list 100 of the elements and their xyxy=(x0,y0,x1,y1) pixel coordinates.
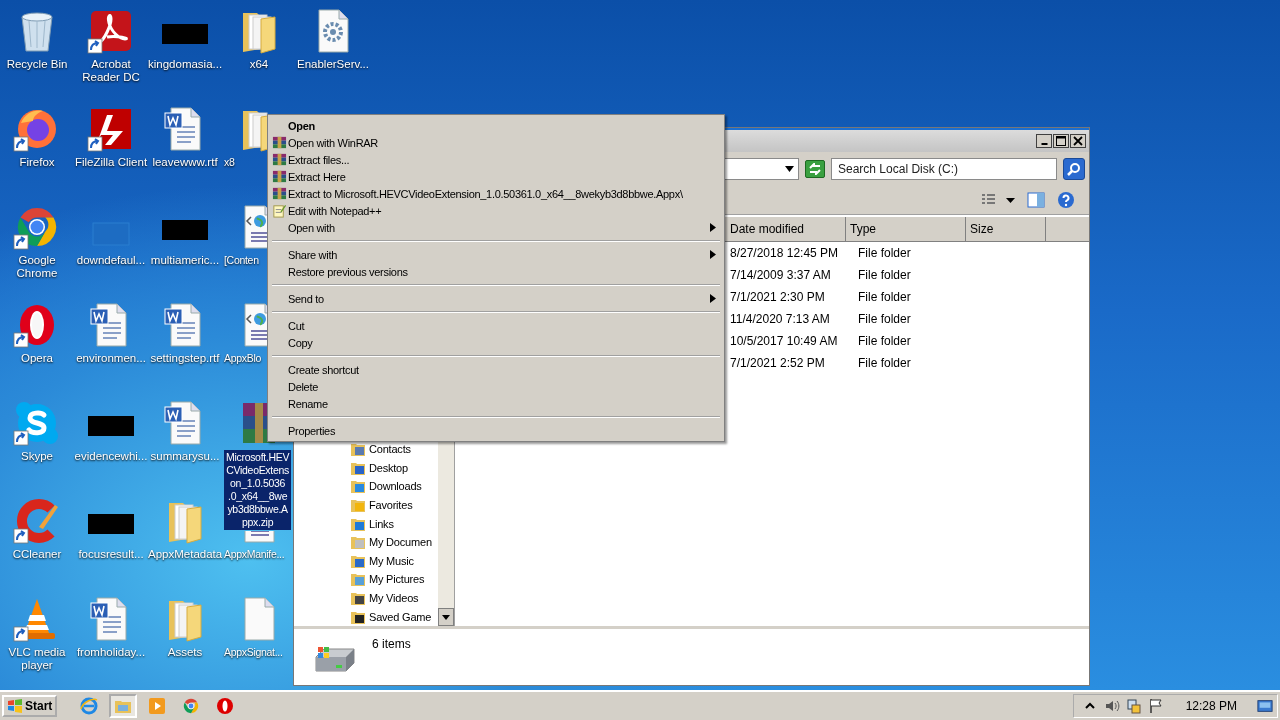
tree-item[interactable]: Favorites xyxy=(369,499,413,512)
caret-icon xyxy=(785,166,794,172)
archive-books-icon xyxy=(272,135,287,150)
archive-books-icon xyxy=(272,169,287,184)
list-view-icon xyxy=(981,193,1015,207)
date-cell-text: 11/4/2020 7:13 AM xyxy=(729,312,831,326)
notepad-icon xyxy=(272,203,287,218)
icon-label[interactable]: Recycle Bin xyxy=(6,58,68,71)
tree-item[interactable]: My Videos xyxy=(369,592,419,605)
view-options-button[interactable] xyxy=(981,193,1015,207)
search-button[interactable] xyxy=(1063,158,1085,180)
type-cell-text: File folder xyxy=(857,356,912,370)
start-button[interactable]: Start xyxy=(2,695,58,717)
help-button[interactable] xyxy=(1057,191,1075,209)
icon-label[interactable]: leavewww.rtf xyxy=(152,156,218,169)
icon-label[interactable]: Microsoft.HEV CVideoExtens on_1.0.5036 .0_x64__8we yb3d8bbwe.A ppx.zip xyxy=(224,450,292,530)
submenu-arrow-icon xyxy=(710,294,716,303)
icon-label[interactable]: environmen... xyxy=(76,352,146,365)
date-cell-text: 7/1/2021 2:52 PM xyxy=(729,356,826,370)
menu-item[interactable]: Cut xyxy=(270,317,722,334)
menu-item[interactable]: Send to xyxy=(270,290,722,307)
preview-pane-button[interactable] xyxy=(1027,192,1045,208)
maximize-icon xyxy=(1056,136,1066,146)
show-desktop-icon[interactable] xyxy=(1257,698,1273,714)
type-cell-text: File folder xyxy=(857,246,912,260)
refresh-button[interactable] xyxy=(805,160,825,178)
menu-item[interactable]: Open xyxy=(270,117,722,134)
folder-icon xyxy=(350,478,366,495)
tree-item[interactable]: Links xyxy=(369,517,394,530)
cloud-logo-icon[interactable] xyxy=(13,399,61,447)
minimize-button[interactable] xyxy=(1036,134,1052,148)
menu-item[interactable]: Copy xyxy=(270,334,722,351)
folder-icon xyxy=(350,497,366,514)
archive-books-icon xyxy=(272,186,287,201)
search-field[interactable]: Search Local Disk (C:) xyxy=(831,158,1057,180)
preview-pane-icon xyxy=(1027,192,1045,208)
date-cell-text: 7/1/2021 2:30 PM xyxy=(729,290,826,304)
tree-item[interactable]: My Music xyxy=(369,554,414,567)
type-cell-text: File folder xyxy=(857,290,912,304)
speaker-icon[interactable] xyxy=(1103,698,1120,714)
folder-icon xyxy=(350,441,366,458)
icon-label[interactable]: kingdomasia... xyxy=(148,58,222,71)
icon-label[interactable]: Acrobat Reader DC xyxy=(74,58,148,84)
icon-label[interactable]: multiameric... xyxy=(150,254,220,267)
folder-icon xyxy=(350,590,366,607)
item-count: 6 items xyxy=(372,637,411,653)
menu-item[interactable]: Delete xyxy=(270,378,722,395)
maximize-button[interactable] xyxy=(1053,134,1069,148)
browser-logo-icon xyxy=(80,697,99,715)
tree-item[interactable]: Saved Game xyxy=(369,610,432,623)
icon-label[interactable]: downdefaul... xyxy=(76,254,146,267)
type-cell-text: File folder xyxy=(857,312,912,326)
icon-label[interactable]: FileZilla Client xyxy=(74,156,148,169)
flag-icon[interactable] xyxy=(1147,698,1164,714)
play-icon xyxy=(148,697,167,715)
menu-item[interactable]: Edit with Notepad++ xyxy=(270,202,722,219)
menu-item[interactable]: Extract Here xyxy=(270,168,722,185)
submenu-arrow-icon xyxy=(710,223,716,232)
submenu-arrow-icon xyxy=(710,250,716,259)
network-icon[interactable] xyxy=(1125,698,1142,714)
tree-item[interactable]: Downloads xyxy=(369,480,422,493)
type-cell-text: File folder xyxy=(857,334,912,348)
icon-label[interactable]: Firefox xyxy=(19,156,55,169)
windows-flag-icon xyxy=(7,699,23,713)
icon-label[interactable]: x64 xyxy=(249,58,269,71)
menu-item[interactable]: Create shortcut xyxy=(270,361,722,378)
tree-item[interactable]: Contacts xyxy=(369,443,411,456)
icon-label[interactable]: Opera xyxy=(21,352,53,365)
folder-icon xyxy=(350,534,366,551)
tree-item[interactable]: My Pictures xyxy=(369,573,425,586)
tree-item[interactable]: Desktop xyxy=(369,461,408,474)
close-button[interactable] xyxy=(1070,134,1086,148)
icon-label[interactable]: Google Chrome xyxy=(0,254,74,280)
tricolor-circle-icon xyxy=(182,697,201,715)
clock[interactable]: 12:28 PM xyxy=(1185,699,1237,713)
ring-logo-icon xyxy=(216,697,235,715)
tree-item[interactable]: My Documen xyxy=(369,536,432,549)
date-cell-text: 10/5/2017 10:49 AM xyxy=(729,334,839,348)
brush-logo-icon[interactable] xyxy=(13,497,61,545)
menu-item[interactable]: Share with xyxy=(270,246,722,263)
folder-icon xyxy=(350,571,366,588)
type-cell-text: File folder xyxy=(857,268,912,282)
help-icon xyxy=(1057,191,1075,209)
search-icon xyxy=(1067,162,1081,176)
menu-item[interactable]: Extract files... xyxy=(270,151,722,168)
menu-item[interactable]: Extract to Microsoft.HEVCVideoExtension_1.0.50361.0_x64__8wekyb3d8bbwe.Appx\ xyxy=(270,185,722,202)
menu-item[interactable]: Open with WinRAR xyxy=(270,134,722,151)
menu-item[interactable]: Rename xyxy=(270,395,722,412)
refresh-icon xyxy=(808,163,822,175)
menu-item[interactable]: Restore previous versions xyxy=(270,263,722,280)
minimize-icon xyxy=(1040,143,1048,145)
date-cell-text: 7/14/2009 3:37 AM xyxy=(729,268,832,282)
close-icon xyxy=(1073,136,1083,146)
down-arrow-icon xyxy=(442,614,450,620)
icon-label[interactable]: x8 xyxy=(224,156,235,169)
menu-item[interactable]: Open with xyxy=(270,219,722,236)
menu-item[interactable]: Properties xyxy=(270,422,722,439)
icon-label[interactable]: [Conten xyxy=(224,254,259,267)
archive-books-icon xyxy=(272,152,287,167)
icon-label[interactable]: EnablerServ... xyxy=(297,58,369,71)
